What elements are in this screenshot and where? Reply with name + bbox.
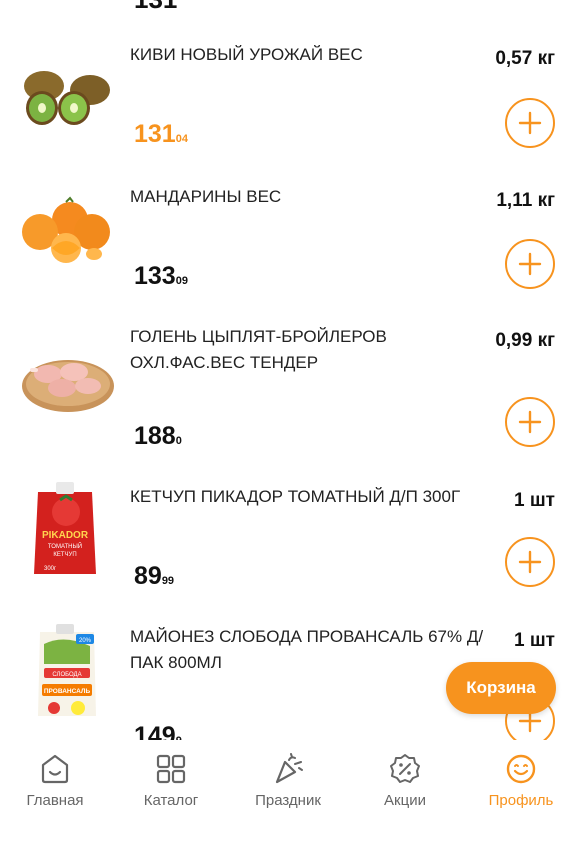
cart-item-list[interactable]: 131 КИВИ НОВЫЙ УРОЖАЙ ВЕС 0,57 кг 13104 [0,0,577,740]
tab-home[interactable]: Главная [0,752,110,809]
ketchup-line1: ТОМАТНЫЙ [48,542,82,550]
item-name: ГОЛЕНЬ ЦЫПЛЯТ-БРОЙЛЕРОВ ОХЛ.ФАС.ВЕС ТЕНД… [130,327,387,372]
tab-label: Профиль [488,792,554,809]
discount-icon [390,754,420,783]
plus-icon [518,252,542,276]
plus-icon [518,410,542,434]
profile-smile-icon [506,754,536,784]
mandarin-image [18,190,118,290]
tab-promotions[interactable]: Акции [350,752,460,809]
tab-holiday[interactable]: Праздник [233,752,343,809]
bottom-tab-bar: Главная Каталог Праздник Акции Профиль [0,742,577,844]
price-integer: 89 [134,562,162,590]
item-quantity: 0,57 кг [495,48,555,69]
price-integer: 188 [134,422,176,450]
mayo-brand: СЛОБОДА [52,672,81,678]
ketchup-line2: КЕТЧУП [53,552,76,558]
holiday-icon [275,753,303,784]
price-integer: 149 [134,722,176,740]
mayo-line1: ПРОВАНСАЛЬ [44,688,91,695]
item-name: КИВИ НОВЫЙ УРОЖАЙ ВЕС [130,45,363,64]
price-integer: 133 [134,262,176,290]
mayo-badge: 20% [79,638,92,644]
ketchup-weight: 300г [44,566,57,572]
ketchup-brand: PIKADOR [42,530,89,541]
add-button[interactable] [505,98,555,148]
item-name: МАНДАРИНЫ ВЕС [130,187,282,206]
catalog-grid-icon [156,754,186,784]
tab-profile[interactable]: Профиль [466,752,576,809]
item-name: КЕТЧУП ПИКАДОР ТОМАТНЫЙ Д/П 300Г [130,487,461,506]
tab-label: Акции [384,792,426,809]
tab-label: Главная [26,792,84,809]
item-price: 13104 [134,120,188,149]
add-button[interactable] [505,537,555,587]
ketchup-image: PIKADOR ТОМАТНЫЙ КЕТЧУП 300г [30,482,100,578]
item-price: 1499 [134,722,182,740]
add-button[interactable] [505,239,555,289]
item-price: 8999 [134,562,174,591]
add-button[interactable] [505,397,555,447]
plus-icon [518,550,542,574]
price-cents: 99 [161,575,175,587]
cart-button[interactable]: Корзина [446,662,556,714]
item-price: 13309 [134,262,188,291]
price-cents: 0 [175,435,182,447]
item-price: 1880 [134,422,182,451]
tab-label: Праздник [255,792,321,809]
chicken-image [18,332,118,432]
plus-icon [518,111,542,135]
kiwi-image [18,50,118,150]
home-icon [41,754,69,784]
price-cents: 9 [176,735,182,740]
tab-label: Каталог [143,792,199,809]
item-name: МАЙОНЕЗ СЛОБОДА ПРОВАНСАЛЬ 67% Д/ПАК 800… [130,627,484,672]
item-quantity: 1 шт [514,490,555,511]
price-cents: 09 [175,275,188,287]
price-integer: 131 [134,120,176,148]
mayonnaise-image: 20% СЛОБОДА ПРОВАНСАЛЬ [34,624,100,720]
partial-price: 131 [134,0,177,15]
tab-catalog[interactable]: Каталог [116,752,226,809]
item-quantity: 1 шт [514,630,555,651]
item-quantity: 1,11 кг [496,190,555,211]
item-quantity: 0,99 кг [495,330,555,351]
price-cents: 04 [175,133,188,145]
